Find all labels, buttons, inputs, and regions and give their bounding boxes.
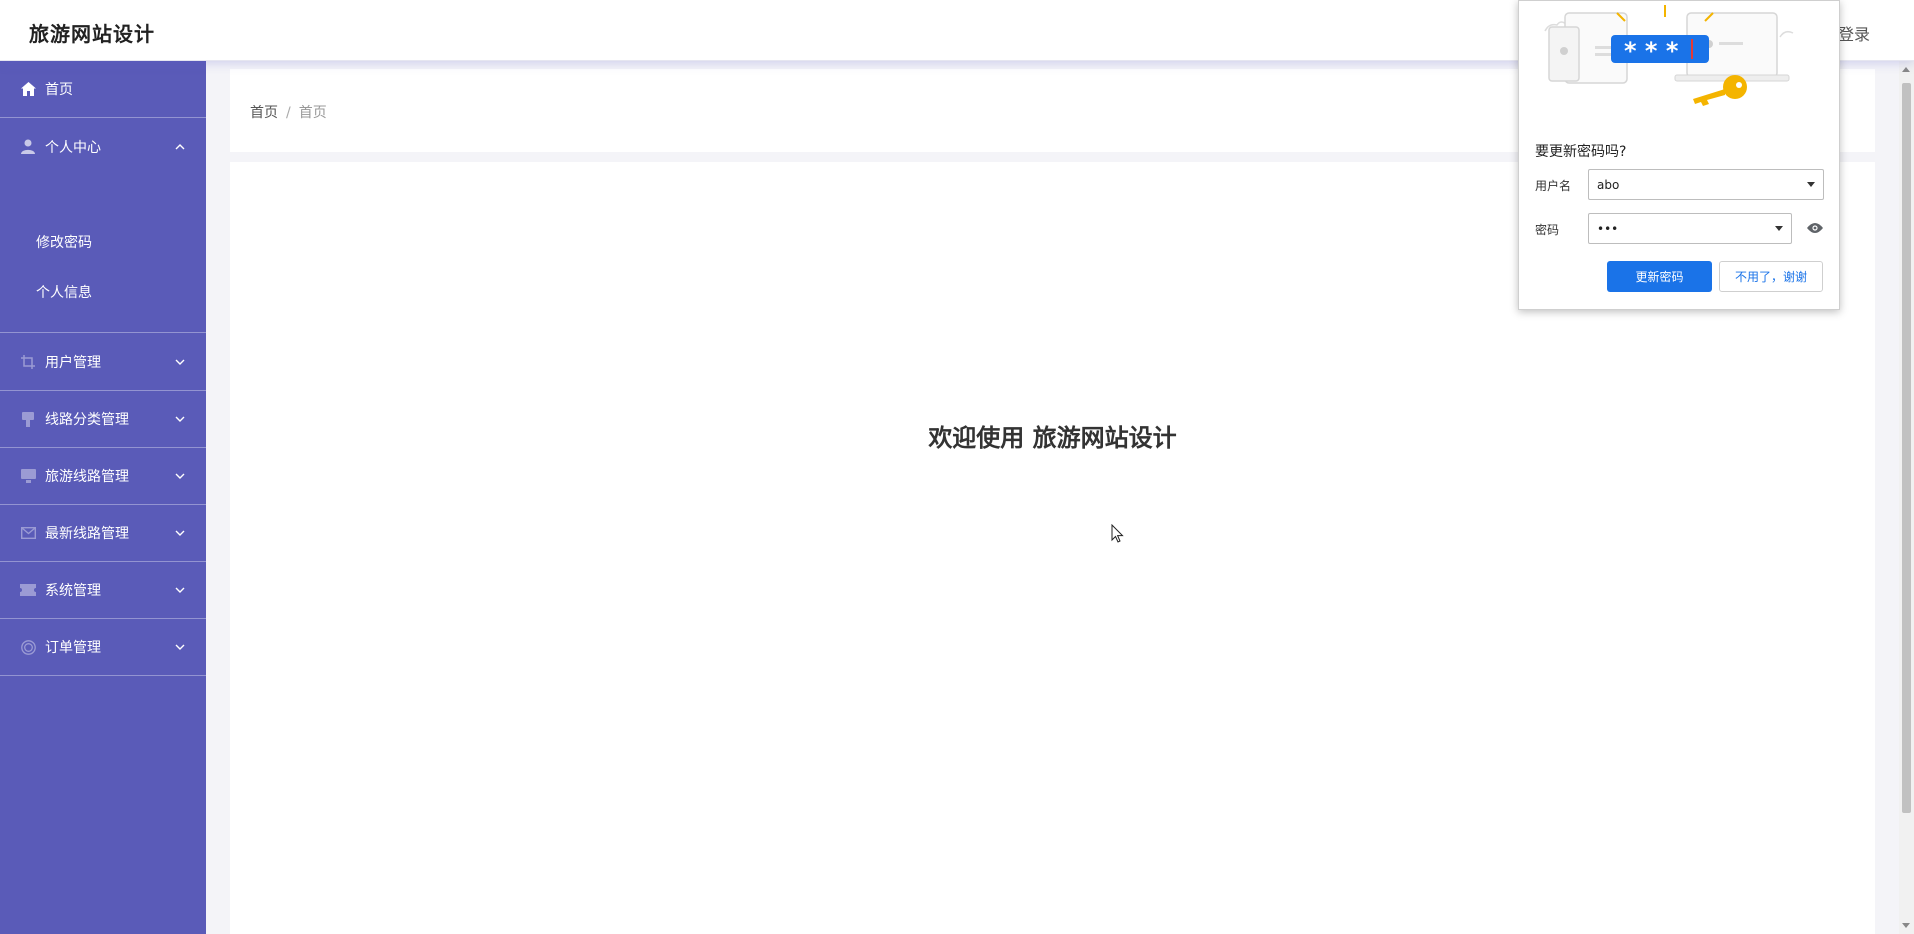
chevron-down-icon [175, 587, 185, 593]
update-password-popup: * * * 要更新密码吗? 用户名 abo 密码 ••• 更新密码 不用了，谢谢 [1518, 0, 1840, 310]
breadcrumb-current: 首页 [298, 105, 327, 121]
sidebar-item-label: 系统管理 [45, 583, 101, 599]
sidebar-item-label: 首页 [45, 82, 73, 98]
home-icon [20, 81, 36, 97]
sidebar-item-label: 用户管理 [45, 355, 101, 371]
scroll-thumb[interactable] [1902, 83, 1911, 813]
sidebar-item-label: 线路分类管理 [45, 412, 129, 428]
welcome-heading: 欢迎使用 旅游网站设计 [928, 424, 1177, 452]
target-icon [20, 639, 36, 655]
chevron-down-icon [175, 359, 185, 365]
user-icon [20, 139, 36, 155]
sidebar-item-label: 订单管理 [45, 640, 101, 656]
username-select[interactable]: abo [1588, 169, 1824, 200]
password-value: ••• [1597, 222, 1619, 236]
sidebar-item-orders[interactable]: 订单管理 [0, 619, 206, 676]
crop-icon [20, 354, 36, 370]
scroll-up-arrow-icon[interactable] [1902, 67, 1910, 72]
page-scrollbar[interactable] [1899, 61, 1914, 934]
update-password-button[interactable]: 更新密码 [1607, 261, 1712, 292]
sidebar-item-travel-route[interactable]: 旅游线路管理 [0, 448, 206, 505]
password-select[interactable]: ••• [1588, 213, 1792, 244]
sidebar-item-label: 个人中心 [45, 139, 101, 156]
caret-down-icon [1775, 226, 1783, 231]
sidebar-subitem-label: 修改密码 [36, 235, 92, 251]
chevron-down-icon [175, 530, 185, 536]
sidebar-item-home[interactable]: 首页 [0, 61, 206, 118]
chevron-up-icon [175, 143, 185, 149]
sidebar-subitem-change-password[interactable]: 修改密码 [0, 217, 206, 267]
scroll-down-arrow-icon[interactable] [1902, 923, 1910, 928]
monitor-icon [20, 468, 36, 484]
username-label: 用户名 [1535, 179, 1572, 193]
sidebar-item-system[interactable]: 系统管理 [0, 562, 206, 619]
sidebar-item-label: 旅游线路管理 [45, 469, 129, 485]
eye-icon[interactable] [1807, 222, 1823, 234]
ticket-icon [20, 582, 36, 598]
illustration-asterisks: * * * [1624, 37, 1679, 65]
password-illustration-icon: * * * [1544, 5, 1794, 106]
popup-title: 要更新密码吗? [1535, 144, 1627, 160]
sidebar-item-user-management[interactable]: 用户管理 [0, 334, 206, 391]
chevron-down-icon [175, 416, 185, 422]
sidebar-subitem-personal-info[interactable]: 个人信息 [0, 267, 206, 317]
sidebar-item-label: 最新线路管理 [45, 526, 129, 542]
sidebar-subitem-label: 个人信息 [36, 285, 92, 301]
login-link[interactable]: 登录 [1838, 21, 1870, 45]
personal-center-submenu: 修改密码 个人信息 [0, 215, 206, 333]
chevron-down-icon [175, 473, 185, 479]
site-brand: 旅游网站设计 [29, 22, 155, 46]
breadcrumb-separator: / [286, 105, 291, 121]
brush-icon [20, 411, 36, 427]
sidebar-item-route-category[interactable]: 线路分类管理 [0, 391, 206, 448]
username-value: abo [1597, 178, 1620, 192]
sidebar-item-latest-route[interactable]: 最新线路管理 [0, 505, 206, 562]
password-label: 密码 [1535, 223, 1560, 237]
breadcrumb-home-link[interactable]: 首页 [250, 105, 278, 121]
chevron-down-icon [175, 644, 185, 650]
mail-icon [20, 525, 36, 541]
caret-down-icon [1807, 182, 1815, 187]
mouse-cursor-icon [1111, 524, 1124, 543]
breadcrumb: 首页 / 首页 [250, 102, 327, 122]
sidebar: 首页 个人中心 修改密码 个人信息 用户管理 线路分类管理 旅游线路管理 最新线… [0, 61, 206, 934]
sidebar-item-personal-center[interactable]: 个人中心 [0, 118, 206, 175]
no-thanks-button[interactable]: 不用了，谢谢 [1719, 261, 1823, 292]
